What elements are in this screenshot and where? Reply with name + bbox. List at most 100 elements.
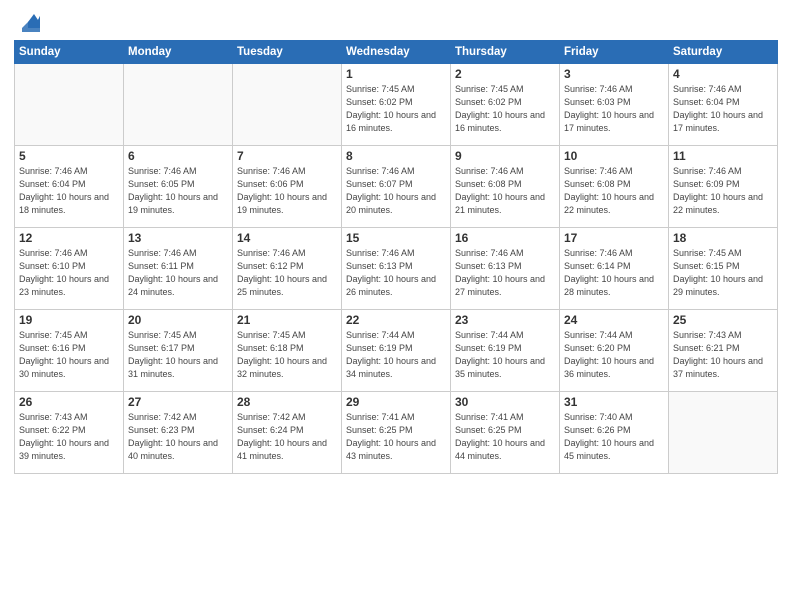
calendar-cell: 2Sunrise: 7:45 AMSunset: 6:02 PMDaylight… (451, 64, 560, 146)
day-info: Sunrise: 7:46 AMSunset: 6:04 PMDaylight:… (673, 83, 773, 135)
calendar-cell: 1 Sunrise: 7:45 AMSunset: 6:02 PMDaylight… (342, 64, 451, 146)
week-row-1: 1 Sunrise: 7:45 AMSunset: 6:02 PMDaylight… (15, 64, 778, 146)
day-info: Sunrise: 7:46 AMSunset: 6:04 PMDaylight:… (19, 165, 119, 217)
day-info: Sunrise: 7:43 AMSunset: 6:21 PMDaylight:… (673, 329, 773, 381)
calendar-cell: 26Sunrise: 7:43 AMSunset: 6:22 PMDayligh… (15, 392, 124, 474)
week-row-4: 19 Sunrise: 7:45 AMSunset: 6:16 PMDayligh… (15, 310, 778, 392)
day-info: Sunrise: 7:42 AMSunset: 6:24 PMDaylight:… (237, 411, 337, 463)
calendar-cell: 19 Sunrise: 7:45 AMSunset: 6:16 PMDayligh… (15, 310, 124, 392)
day-number: 12 (19, 231, 119, 245)
day-info: Sunrise: 7:46 AMSunset: 6:11 PMDaylight:… (128, 247, 228, 299)
day-number: 5 (19, 149, 119, 163)
week-row-5: 26Sunrise: 7:43 AMSunset: 6:22 PMDayligh… (15, 392, 778, 474)
calendar-cell: 28 Sunrise: 7:42 AMSunset: 6:24 PMDayligh… (233, 392, 342, 474)
calendar-cell: 9 Sunrise: 7:46 AMSunset: 6:08 PMDaylight… (451, 146, 560, 228)
day-number: 1 (346, 67, 446, 81)
day-number: 10 (564, 149, 664, 163)
day-number: 31 (564, 395, 664, 409)
day-number: 18 (673, 231, 773, 245)
day-number: 9 (455, 149, 555, 163)
day-number: 8 (346, 149, 446, 163)
calendar-cell: 13 Sunrise: 7:46 AMSunset: 6:11 PMDayligh… (124, 228, 233, 310)
day-info: Sunrise: 7:46 AMSunset: 6:13 PMDaylight:… (346, 247, 446, 299)
weekday-header-tuesday: Tuesday (233, 41, 342, 64)
weekday-header-monday: Monday (124, 41, 233, 64)
weekday-header-friday: Friday (560, 41, 669, 64)
day-number: 14 (237, 231, 337, 245)
day-info: Sunrise: 7:46 AMSunset: 6:10 PMDaylight:… (19, 247, 119, 299)
day-number: 3 (564, 67, 664, 81)
day-number: 4 (673, 67, 773, 81)
day-number: 24 (564, 313, 664, 327)
day-info: Sunrise: 7:46 AMSunset: 6:05 PMDaylight:… (128, 165, 228, 217)
day-info: Sunrise: 7:43 AMSunset: 6:22 PMDaylight:… (19, 411, 119, 463)
day-number: 29 (346, 395, 446, 409)
calendar-cell: 21 Sunrise: 7:45 AMSunset: 6:18 PMDayligh… (233, 310, 342, 392)
weekday-header-thursday: Thursday (451, 41, 560, 64)
calendar-cell: 11Sunrise: 7:46 AMSunset: 6:09 PMDayligh… (669, 146, 778, 228)
day-info: Sunrise: 7:46 AMSunset: 6:12 PMDaylight:… (237, 247, 337, 299)
day-info: Sunrise: 7:46 AMSunset: 6:07 PMDaylight:… (346, 165, 446, 217)
day-info: Sunrise: 7:46 AMSunset: 6:08 PMDaylight:… (564, 165, 664, 217)
day-number: 13 (128, 231, 228, 245)
weekday-header-saturday: Saturday (669, 41, 778, 64)
calendar-cell: 18 Sunrise: 7:45 AMSunset: 6:15 PMDayligh… (669, 228, 778, 310)
calendar-cell (124, 64, 233, 146)
calendar-cell: 15Sunrise: 7:46 AMSunset: 6:13 PMDayligh… (342, 228, 451, 310)
day-number: 27 (128, 395, 228, 409)
calendar-cell: 31 Sunrise: 7:40 AMSunset: 6:26 PMDayligh… (560, 392, 669, 474)
day-info: Sunrise: 7:46 AMSunset: 6:13 PMDaylight:… (455, 247, 555, 299)
day-info: Sunrise: 7:45 AMSunset: 6:02 PMDaylight:… (346, 83, 446, 135)
calendar-cell: 24Sunrise: 7:44 AMSunset: 6:20 PMDayligh… (560, 310, 669, 392)
day-info: Sunrise: 7:46 AMSunset: 6:03 PMDaylight:… (564, 83, 664, 135)
day-number: 22 (346, 313, 446, 327)
day-info: Sunrise: 7:46 AMSunset: 6:06 PMDaylight:… (237, 165, 337, 217)
calendar-cell: 12 Sunrise: 7:46 AMSunset: 6:10 PMDayligh… (15, 228, 124, 310)
calendar-page: SundayMondayTuesdayWednesdayThursdayFrid… (0, 0, 792, 612)
day-info: Sunrise: 7:40 AMSunset: 6:26 PMDaylight:… (564, 411, 664, 463)
calendar-cell: 20Sunrise: 7:45 AMSunset: 6:17 PMDayligh… (124, 310, 233, 392)
calendar-cell: 6 Sunrise: 7:46 AMSunset: 6:05 PMDaylight… (124, 146, 233, 228)
day-info: Sunrise: 7:44 AMSunset: 6:19 PMDaylight:… (346, 329, 446, 381)
week-row-2: 5 Sunrise: 7:46 AMSunset: 6:04 PMDaylight… (15, 146, 778, 228)
calendar-cell: 4 Sunrise: 7:46 AMSunset: 6:04 PMDaylight… (669, 64, 778, 146)
day-number: 6 (128, 149, 228, 163)
calendar-cell: 25 Sunrise: 7:43 AMSunset: 6:21 PMDayligh… (669, 310, 778, 392)
logo (14, 10, 40, 32)
calendar-cell (233, 64, 342, 146)
day-info: Sunrise: 7:45 AMSunset: 6:16 PMDaylight:… (19, 329, 119, 381)
day-number: 19 (19, 313, 119, 327)
weekday-header-sunday: Sunday (15, 41, 124, 64)
day-number: 21 (237, 313, 337, 327)
day-info: Sunrise: 7:41 AMSunset: 6:25 PMDaylight:… (346, 411, 446, 463)
day-info: Sunrise: 7:45 AMSunset: 6:15 PMDaylight:… (673, 247, 773, 299)
day-info: Sunrise: 7:45 AMSunset: 6:17 PMDaylight:… (128, 329, 228, 381)
calendar-cell (669, 392, 778, 474)
calendar-cell: 3 Sunrise: 7:46 AMSunset: 6:03 PMDaylight… (560, 64, 669, 146)
calendar-cell (15, 64, 124, 146)
day-number: 28 (237, 395, 337, 409)
logo-icon (18, 10, 40, 32)
calendar-cell: 23 Sunrise: 7:44 AMSunset: 6:19 PMDayligh… (451, 310, 560, 392)
day-number: 11 (673, 149, 773, 163)
weekday-header-row: SundayMondayTuesdayWednesdayThursdayFrid… (15, 41, 778, 64)
day-number: 7 (237, 149, 337, 163)
day-number: 23 (455, 313, 555, 327)
day-number: 25 (673, 313, 773, 327)
day-number: 16 (455, 231, 555, 245)
day-info: Sunrise: 7:46 AMSunset: 6:08 PMDaylight:… (455, 165, 555, 217)
calendar-cell: 16 Sunrise: 7:46 AMSunset: 6:13 PMDayligh… (451, 228, 560, 310)
calendar-cell: 17Sunrise: 7:46 AMSunset: 6:14 PMDayligh… (560, 228, 669, 310)
calendar-cell: 5 Sunrise: 7:46 AMSunset: 6:04 PMDaylight… (15, 146, 124, 228)
day-info: Sunrise: 7:44 AMSunset: 6:19 PMDaylight:… (455, 329, 555, 381)
calendar-cell: 8 Sunrise: 7:46 AMSunset: 6:07 PMDaylight… (342, 146, 451, 228)
calendar-cell: 27Sunrise: 7:42 AMSunset: 6:23 PMDayligh… (124, 392, 233, 474)
day-number: 17 (564, 231, 664, 245)
day-info: Sunrise: 7:45 AMSunset: 6:18 PMDaylight:… (237, 329, 337, 381)
header (14, 10, 778, 32)
calendar-cell: 29 Sunrise: 7:41 AMSunset: 6:25 PMDayligh… (342, 392, 451, 474)
day-info: Sunrise: 7:45 AMSunset: 6:02 PMDaylight:… (455, 83, 555, 135)
calendar-cell: 22 Sunrise: 7:44 AMSunset: 6:19 PMDayligh… (342, 310, 451, 392)
day-number: 30 (455, 395, 555, 409)
calendar-cell: 10 Sunrise: 7:46 AMSunset: 6:08 PMDayligh… (560, 146, 669, 228)
